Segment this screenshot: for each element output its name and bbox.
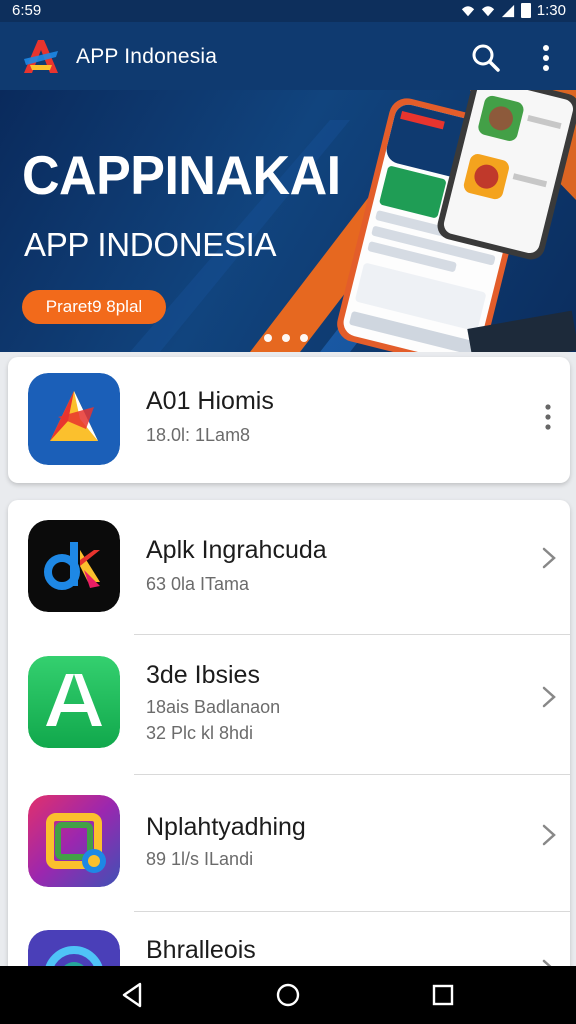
carousel-dot[interactable] — [282, 334, 290, 342]
recents-icon[interactable] — [428, 980, 458, 1010]
app-bar: APP Indonesia — [0, 22, 576, 90]
search-icon[interactable] — [470, 42, 502, 74]
app-logo — [18, 35, 62, 79]
more-vert-icon[interactable] — [532, 42, 560, 74]
app-icon — [28, 795, 120, 887]
list-item[interactable]: Aplk Ingrahcuda 63 0la ITama — [8, 500, 570, 634]
featured-app-name: A01 Hiomis — [146, 387, 274, 415]
battery-icon — [520, 3, 531, 18]
wifi-icon — [461, 5, 474, 16]
featured-app-card[interactable]: A01 Hiomis 18.0l: 1Lam8 — [8, 357, 570, 483]
chevron-right-icon[interactable] — [540, 685, 558, 709]
carousel-indicator[interactable] — [264, 334, 308, 342]
app-name: 3de Ibsies — [146, 661, 260, 689]
app-icon — [28, 656, 120, 748]
back-icon[interactable] — [118, 980, 148, 1010]
chevron-right-icon[interactable] — [540, 546, 558, 570]
carousel-dot[interactable] — [264, 334, 272, 342]
status-time: 6:59 — [12, 2, 42, 19]
app-list: Aplk Ingrahcuda 63 0la ITama 3de Ibsies … — [8, 500, 570, 980]
signal-icon — [501, 4, 514, 17]
app-name: Aplk Ingrahcuda — [146, 536, 327, 564]
featured-app-icon — [28, 373, 120, 465]
system-nav-bar — [0, 966, 576, 1024]
list-item[interactable]: 3de Ibsies 18ais Badlanaon 32 Plc kl 8hd… — [8, 635, 570, 774]
chevron-right-icon[interactable] — [540, 823, 558, 847]
banner-title: CAPPINAKAI — [22, 145, 341, 207]
app-name: Nplahtyadhing — [146, 813, 306, 841]
status-bar: 6:59 1:30 — [0, 0, 576, 22]
list-item[interactable]: Nplahtyadhing 89 1l/s ILandi — [8, 775, 570, 911]
app-icon — [28, 520, 120, 612]
app-meta: 18ais Badlanaon — [146, 697, 281, 717]
status-clock: 1:30 — [536, 2, 566, 19]
home-icon[interactable] — [273, 980, 303, 1010]
wifi-icon — [481, 5, 494, 16]
carousel-dot[interactable] — [300, 334, 308, 342]
app-meta: 32 Plc kl 8hdi — [146, 723, 254, 743]
banner-cta-button[interactable]: Praret9 8plal — [22, 290, 166, 324]
featured-app-meta: 18.0l: 1Lam8 — [146, 425, 251, 445]
more-vert-icon[interactable] — [538, 401, 558, 433]
app-meta: 63 0la ITama — [146, 574, 250, 594]
promo-banner[interactable]: CAPPINAKAI APP INDONESIA Praret9 8plal — [0, 90, 576, 352]
app-meta: 89 1l/s ILandi — [146, 849, 254, 869]
app-name: Bhralleois — [146, 936, 256, 964]
banner-subtitle: APP INDONESIA — [24, 226, 277, 263]
app-title: APP Indonesia — [76, 45, 218, 68]
